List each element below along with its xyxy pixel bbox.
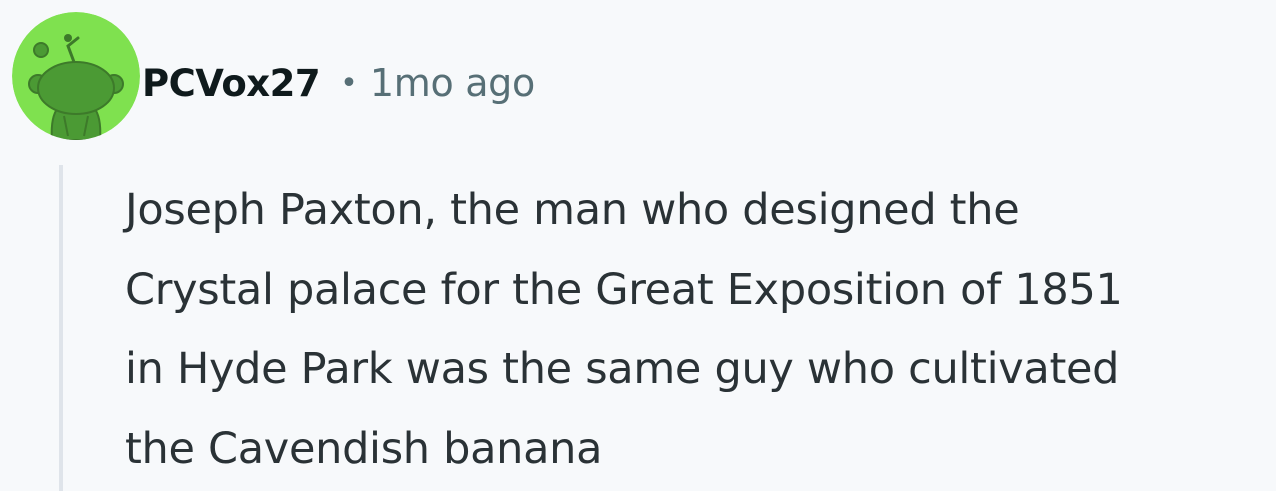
meta-separator: • xyxy=(340,65,358,101)
comment-author[interactable]: PCVox27 xyxy=(142,62,321,105)
comment: PCVox27 • 1mo ago Joseph Paxton, the man… xyxy=(0,0,1276,491)
snoo-avatar-icon xyxy=(12,12,140,140)
comment-body-line: the Cavendish banana xyxy=(125,423,603,474)
comment-body-line: Crystal palace for the Great Exposition … xyxy=(125,264,1123,315)
comment-body: Joseph Paxton, the man who designed the … xyxy=(125,171,1265,489)
comment-body-line: Joseph Paxton, the man who designed the xyxy=(125,185,1020,235)
user-avatar[interactable] xyxy=(12,12,140,140)
thread-line[interactable] xyxy=(59,165,63,491)
comment-timestamp[interactable]: 1mo ago xyxy=(370,61,535,105)
comment-body-line: in Hyde Park was the same guy who cultiv… xyxy=(125,344,1120,394)
comment-meta: PCVox27 • 1mo ago xyxy=(142,55,535,111)
